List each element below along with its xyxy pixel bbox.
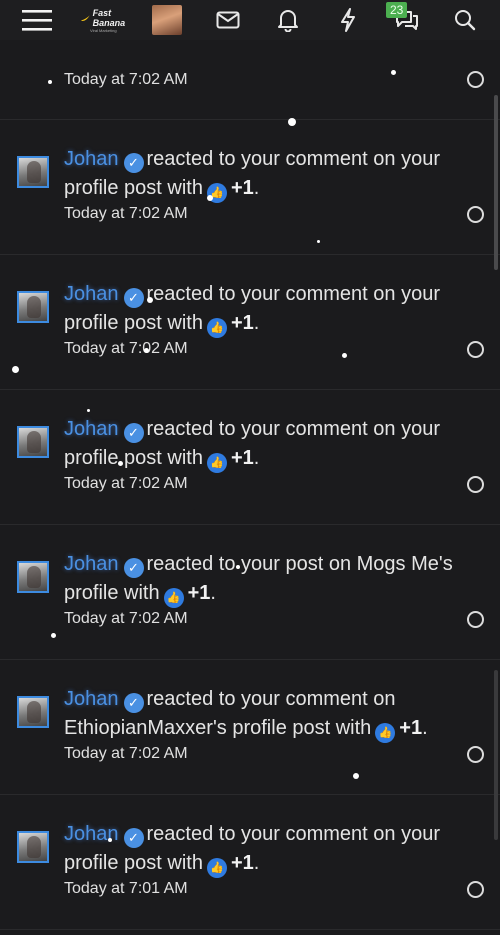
user-name-link[interactable]: Johan [64, 283, 119, 305]
snow-particle [147, 297, 153, 303]
snow-particle [86, 408, 90, 412]
snow-particle [353, 773, 359, 779]
notification-time: Today at 7:02 AM [64, 340, 188, 357]
notification-time: Today at 7:02 AM [64, 475, 188, 492]
mark-read-toggle[interactable] [467, 206, 484, 223]
snow-particle [390, 69, 396, 75]
mark-read-toggle[interactable] [467, 881, 484, 898]
verified-icon: ✓ [123, 288, 144, 308]
notification-time: Today at 7:02 AM [64, 205, 188, 222]
notification-text: Johan ✓ reacted to your comment on your pr… [64, 145, 484, 203]
verified-icon: ✓ [123, 693, 144, 713]
snow-particle [11, 365, 19, 373]
notification-row[interactable]: Johan ✓ reacted to your comment on your pr… [0, 255, 500, 390]
reaction-count: +1 [187, 582, 211, 604]
search-icon[interactable] [450, 0, 480, 40]
verified-icon: ✓ [123, 558, 144, 578]
reaction-count: +1 [230, 852, 254, 874]
notification-text: Johan ✓ reacted to your post on Mogs Me's … [64, 550, 484, 608]
mail-icon[interactable] [214, 0, 242, 40]
snow-particle [50, 632, 56, 638]
snow-particle [48, 80, 52, 84]
bell-icon[interactable] [274, 0, 302, 40]
reaction-count: +1 [230, 177, 254, 199]
notification-text: Johan ✓ reacted to your comment on your pr… [64, 415, 484, 473]
notification-list: Today at 7:02 AM Johan ✓ reacted to your c… [0, 0, 500, 935]
avatar[interactable] [17, 156, 49, 188]
mark-read-toggle[interactable] [467, 746, 484, 763]
reaction-count: +1 [230, 447, 254, 469]
snow-particle [117, 460, 123, 466]
avatar[interactable] [17, 831, 49, 863]
reaction-count: +1 [399, 717, 423, 739]
notification-text: Johan ✓ reacted to your comment on your pr… [64, 820, 484, 878]
notification-text: Johan ✓ reacted to your comment on Ethiopi… [64, 685, 484, 743]
verified-icon: ✓ [123, 153, 144, 173]
snow-particle [288, 118, 296, 126]
snow-particle [143, 347, 149, 353]
avatar[interactable] [17, 561, 49, 593]
notification-message: reacted to your post on Mogs Me's profil… [64, 553, 453, 604]
notification-time: Today at 7:02 AM [64, 71, 188, 88]
like-icon: 👍 [206, 858, 227, 878]
like-icon: 👍 [163, 588, 184, 608]
user-name-link[interactable]: Johan [64, 553, 119, 575]
notification-row[interactable]: Johan ✓ reacted to your comment on your pr… [0, 120, 500, 255]
notification-time: Today at 7:01 AM [64, 880, 188, 897]
snow-particle [207, 195, 213, 201]
notification-row[interactable]: Johan ✓ reacted to your comment on your pr… [0, 390, 500, 525]
snow-particle [236, 565, 240, 569]
mark-read-toggle[interactable] [467, 611, 484, 628]
menu-icon[interactable] [20, 0, 54, 40]
notification-time: Today at 7:02 AM [64, 610, 188, 627]
notification-row[interactable]: Johan ✓ reacted to your comment on your pr… [0, 795, 500, 930]
reaction-count: +1 [230, 312, 254, 334]
verified-icon: ✓ [123, 423, 144, 443]
notification-row[interactable]: Johan ✓ reacted to your comment on Ethiopi… [0, 660, 500, 795]
scrollbar-thumb-lower[interactable] [494, 670, 498, 840]
user-avatar[interactable] [152, 5, 182, 35]
user-name-link[interactable]: Johan [64, 418, 119, 440]
notification-text: Johan ✓ reacted to your comment on your pr… [64, 280, 484, 338]
avatar[interactable] [17, 291, 49, 323]
like-icon: 👍 [206, 453, 227, 473]
snow-particle [108, 838, 112, 842]
site-logo[interactable]: Fast Banana Viral Marketing [80, 0, 140, 40]
mark-read-toggle[interactable] [467, 476, 484, 493]
logo-subtitle: Viral Marketing [90, 27, 117, 33]
mark-read-toggle[interactable] [467, 71, 484, 88]
snow-particle [341, 352, 347, 358]
like-icon: 👍 [206, 318, 227, 338]
avatar[interactable] [17, 426, 49, 458]
notification-time: Today at 7:02 AM [64, 745, 188, 762]
verified-icon: ✓ [123, 828, 144, 848]
avatar[interactable] [17, 696, 49, 728]
user-name-link[interactable]: Johan [64, 148, 119, 170]
notification-row[interactable]: Johan ✓ reacted to your post on Mogs Me's … [0, 525, 500, 660]
like-icon: 👍 [375, 723, 396, 743]
mark-read-toggle[interactable] [467, 341, 484, 358]
top-navigation-bar: Fast Banana Viral Marketing 23 [0, 0, 500, 40]
chat-count-badge: 23 [386, 2, 408, 18]
user-name-link[interactable]: Johan [64, 688, 119, 710]
bolt-icon[interactable] [334, 0, 362, 40]
logo-text: Fast Banana [92, 7, 126, 28]
scrollbar-thumb[interactable] [494, 95, 498, 270]
snow-particle [316, 239, 320, 243]
